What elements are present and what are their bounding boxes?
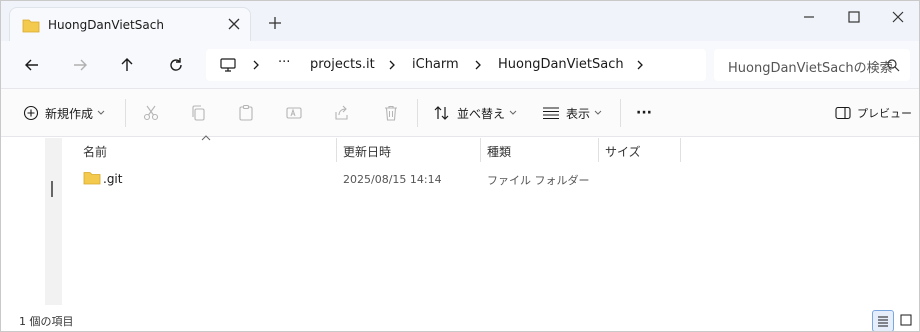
details-view-icon [878,316,888,327]
search-box[interactable]: HuongDanVietSachの検索 [714,49,910,81]
view-button-label: 表示 [566,106,591,121]
table-row[interactable]: .git 2025/08/15 14:14 ファイル フォルダー [63,167,693,191]
new-button-label: 新規作成 [45,106,94,121]
forward-arrow-icon[interactable] [71,56,89,74]
address-bar[interactable]: ··· projects.it iCharm HuongDanVietSach [206,49,706,81]
search-placeholder: HuongDanVietSachの検索 [728,61,893,76]
item-count: 1 個の項目 [19,315,74,328]
delete-icon[interactable] [382,104,400,122]
column-header-label: 名前 [83,145,108,159]
column-header-label: 種類 [487,145,512,159]
column-header-label: 更新日時 [343,145,392,159]
rename-icon[interactable] [285,104,303,122]
chevron-down-icon [509,110,517,115]
close-window-icon[interactable] [890,9,906,25]
chevron-down-icon [594,110,602,115]
close-tab-icon[interactable] [226,16,242,32]
tab-huongdanvietsach[interactable]: HuongDanVietSach [9,7,251,42]
toolbar-divider [125,99,126,127]
column-header-label: サイズ [605,145,641,159]
tiles-view-icon [900,314,912,326]
back-arrow-icon[interactable] [23,56,41,74]
file-modified: 2025/08/15 14:14 [343,173,442,186]
minimize-icon[interactable] [801,9,817,25]
chevron-down-icon [97,110,105,115]
breadcrumb-projects-it[interactable]: projects.it [310,57,375,72]
preview-button[interactable]: プレビュー [835,103,912,123]
column-header-modified[interactable]: 更新日時 [337,138,480,162]
preview-button-label: プレビュー [857,107,912,120]
sort-button-label: 並べ替え [457,106,506,121]
maximize-icon[interactable] [846,9,862,25]
file-name: .git [103,172,123,186]
chevron-right-icon[interactable] [386,59,398,71]
chevron-right-icon[interactable] [634,59,646,71]
plus-circle-icon [23,105,39,121]
toolbar-divider [417,99,418,127]
navigation-pane[interactable] [45,138,62,305]
folder-icon [22,19,40,33]
view-button[interactable]: 表示 [542,103,602,123]
up-arrow-icon[interactable] [118,56,136,74]
column-divider[interactable] [680,138,681,162]
column-header-name[interactable]: 名前 [63,138,336,162]
folder-icon [83,172,101,185]
sort-icon [434,106,449,120]
chevron-right-icon[interactable] [250,59,262,71]
file-type: ファイル フォルダー [487,174,590,187]
column-header-size[interactable]: サイズ [599,138,680,162]
new-button[interactable]: 新規作成 [23,103,105,123]
paste-icon[interactable] [237,104,255,122]
copy-icon[interactable] [189,104,207,122]
new-tab-icon[interactable] [267,15,283,31]
details-view-button[interactable] [872,310,894,331]
refresh-icon[interactable] [167,56,185,74]
search-icon[interactable] [886,58,900,72]
breadcrumb-icharm[interactable]: iCharm [412,57,459,72]
breadcrumb-overflow[interactable]: ··· [278,55,290,70]
explorer-window: HuongDanVietSach ··· projects.it iCharm … [0,0,920,332]
computer-icon [220,58,236,72]
share-icon[interactable] [333,104,351,122]
title-bar: HuongDanVietSach [1,1,919,42]
preview-pane-icon [835,106,851,120]
toolbar-divider [620,99,621,127]
chevron-right-icon[interactable] [472,59,484,71]
status-bar: 1 個の項目 [1,305,919,331]
pane-resize-handle[interactable] [51,181,53,197]
sort-button[interactable]: 並べ替え [433,103,517,123]
tab-title: HuongDanVietSach [48,18,164,32]
more-options-button[interactable]: ··· [636,103,652,123]
command-bar: 新規作成 並べ替え 表示 ··· プレビュー [1,89,919,137]
breadcrumb-huongdanvietsach[interactable]: HuongDanVietSach [498,57,624,72]
column-header-type[interactable]: 種類 [481,138,598,162]
navigation-bar: ··· projects.it iCharm HuongDanVietSach … [1,41,919,89]
tiles-view-button[interactable] [896,310,918,331]
cut-icon[interactable] [142,104,160,122]
view-lines-icon [543,107,559,120]
